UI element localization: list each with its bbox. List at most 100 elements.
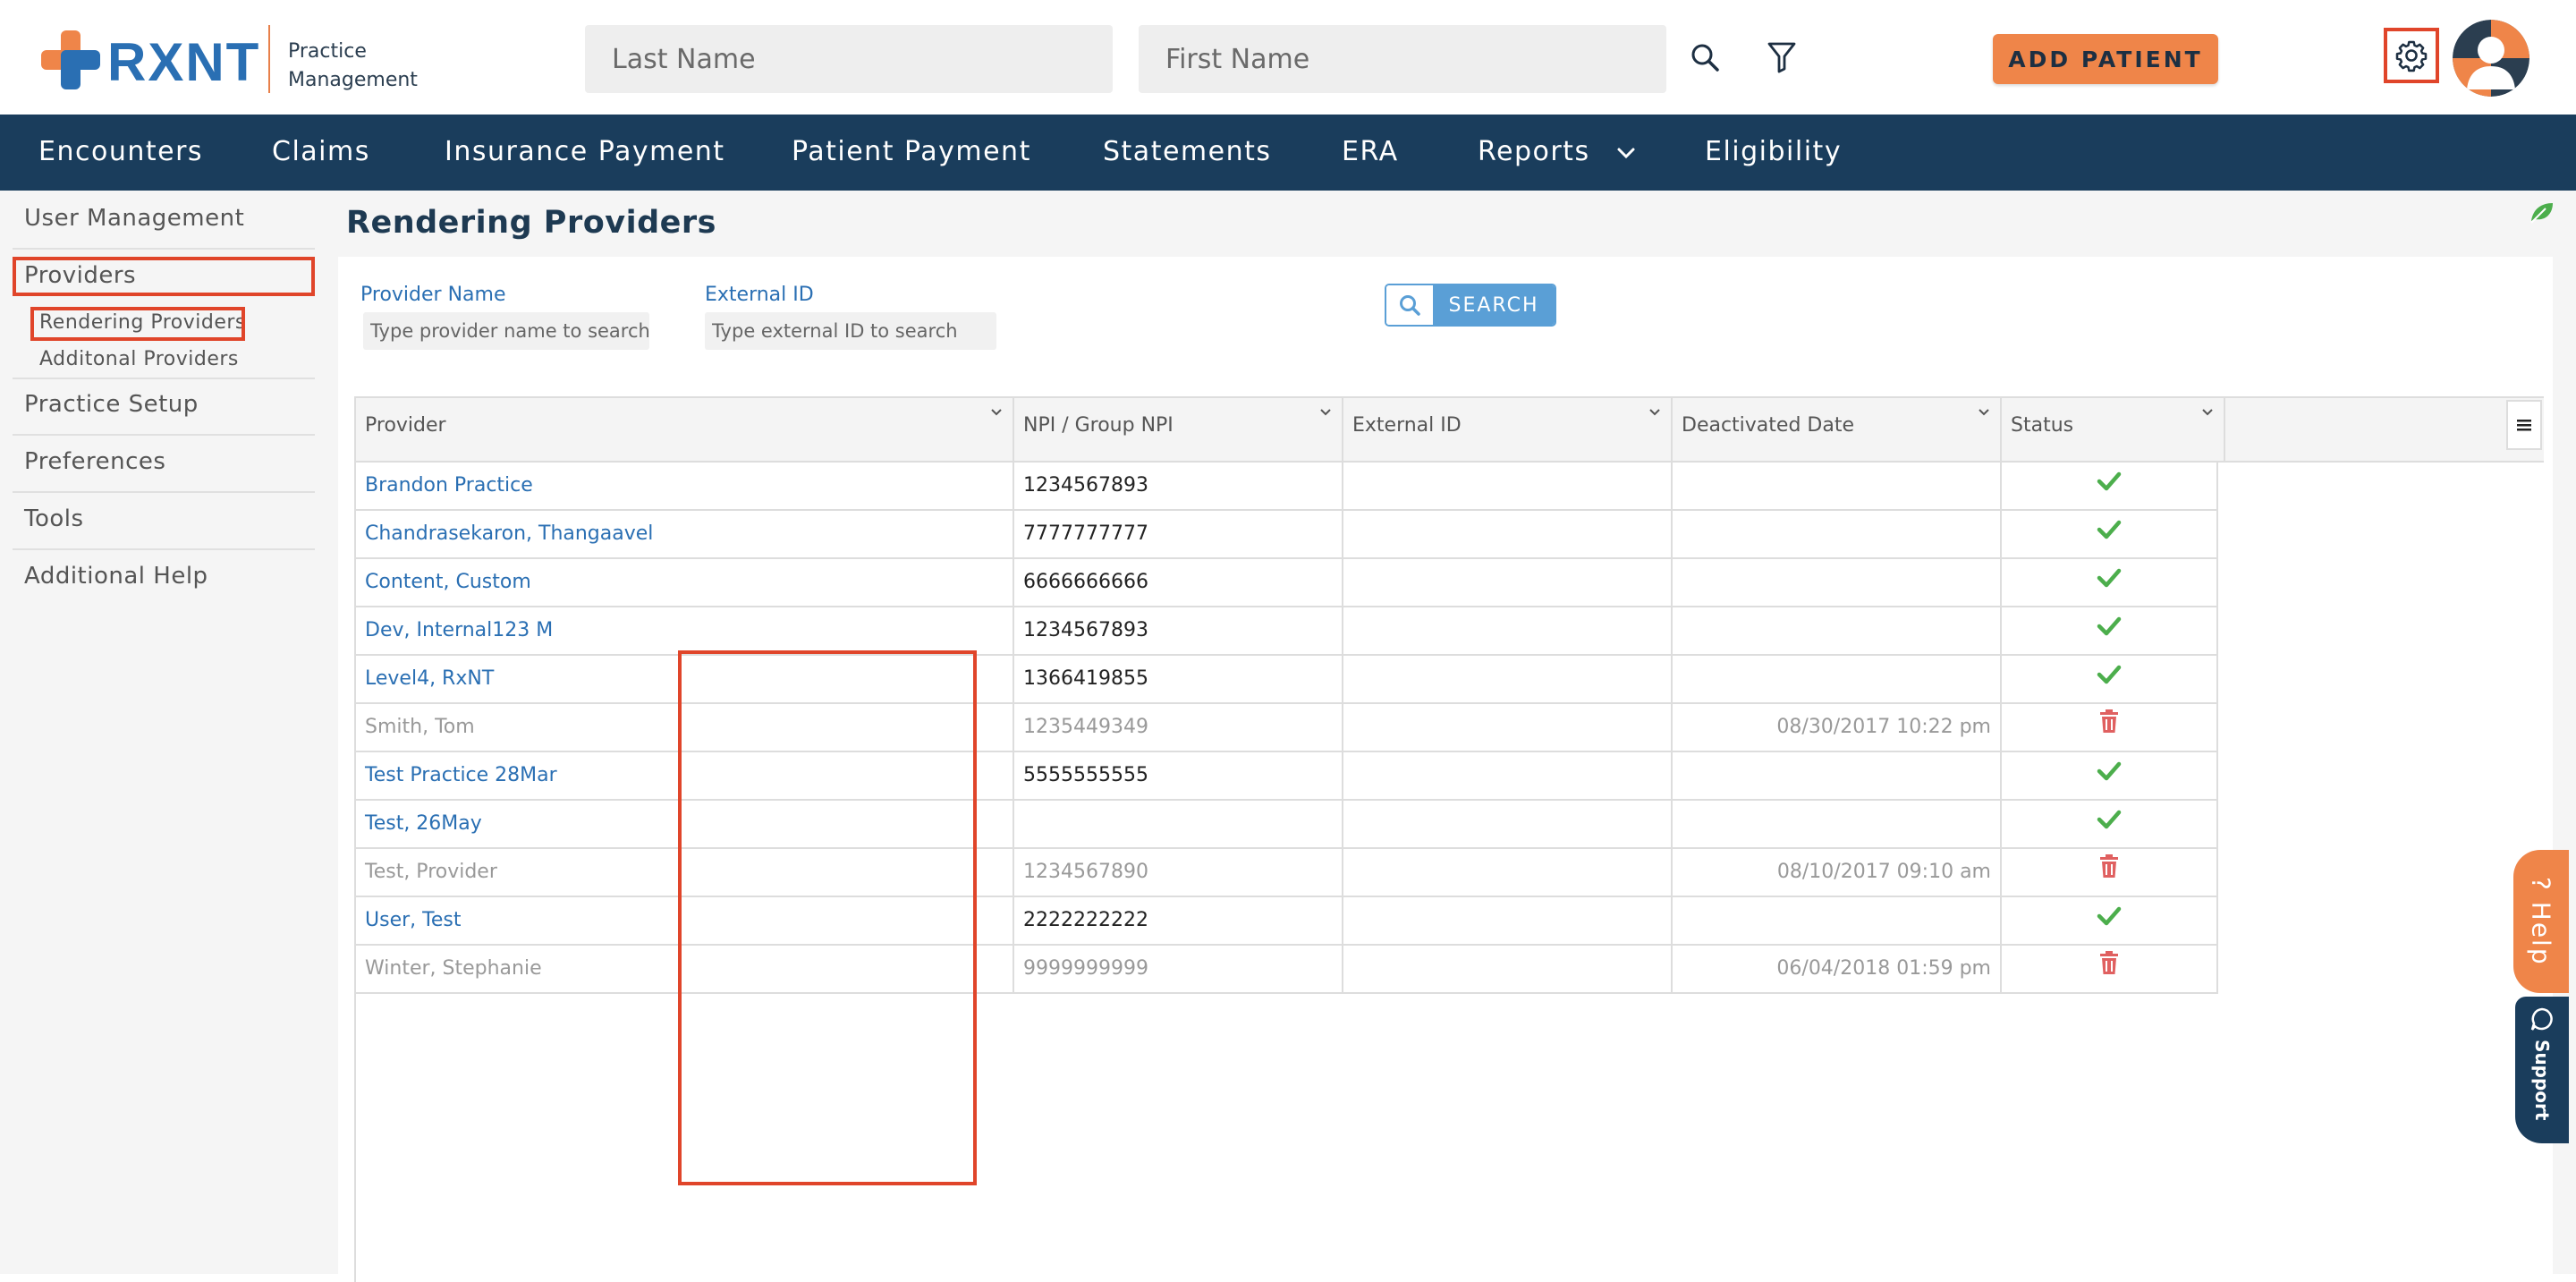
npi-cell: 1234567890 <box>1014 849 1343 897</box>
table-row[interactable]: Content, Custom 6666666666 <box>356 559 2218 607</box>
column-menu-button[interactable] <box>2506 400 2542 450</box>
provider-name-link[interactable]: Chandrasekaron, Thangaavel <box>356 511 1014 559</box>
nav-patient-payment[interactable]: Patient Payment <box>792 136 1031 167</box>
nav-insurance-payment[interactable]: Insurance Payment <box>445 136 725 167</box>
column-header-label: NPI / Group NPI <box>1023 414 1174 437</box>
table-row[interactable]: Test, 26May <box>356 801 2218 849</box>
chevron-down-icon[interactable] <box>989 407 1004 418</box>
help-tab[interactable]: ? Help <box>2513 850 2569 993</box>
support-tab[interactable]: Support <box>2515 997 2569 1143</box>
column-header-provider[interactable]: Provider <box>356 398 1014 463</box>
nav-reports[interactable]: Reports <box>1478 136 1636 167</box>
provider-name-link[interactable]: Test, 26May <box>356 801 1014 849</box>
settings-sidebar: User Management Providers Rendering Prov… <box>0 191 324 1274</box>
sidebar-item-additional-help[interactable]: Additional Help <box>24 563 208 590</box>
sidebar-item-practice-setup[interactable]: Practice Setup <box>24 391 199 418</box>
provider-name-link[interactable]: Test, Provider <box>356 849 1014 897</box>
sidebar-item-preferences[interactable]: Preferences <box>24 448 165 475</box>
table-row[interactable]: Test, Provider 1234567890 08/10/2017 09:10… <box>356 849 2218 897</box>
rxnt-logo[interactable]: RXNT Practice Management <box>41 25 426 97</box>
logo-subtitle: Practice Management <box>288 38 418 95</box>
sidebar-divider <box>13 378 315 379</box>
table-row[interactable]: User, Test 2222222222 <box>356 897 2218 946</box>
table-row[interactable]: Dev, Internal123 M 1234567893 <box>356 607 2218 656</box>
status-cell[interactable] <box>2002 946 2218 994</box>
filter-icon[interactable] <box>1758 34 1805 81</box>
npi-cell: 2222222222 <box>1014 897 1343 946</box>
search-button[interactable]: SEARCH <box>1385 284 1556 327</box>
chevron-down-icon <box>1617 148 1635 158</box>
sidebar-item-tools[interactable]: Tools <box>24 505 84 532</box>
chevron-down-icon[interactable] <box>2200 407 2215 418</box>
main-nav-bar: Encounters Claims Insurance Payment Pati… <box>0 115 2576 191</box>
provider-name-link[interactable]: Level4, RxNT <box>356 656 1014 704</box>
nav-reports-label: Reports <box>1478 136 1590 167</box>
chevron-down-icon[interactable] <box>1318 407 1333 418</box>
status-cell <box>2002 559 2218 607</box>
column-header-status[interactable]: Status <box>2002 398 2225 463</box>
trash-icon[interactable] <box>2098 705 2120 751</box>
add-patient-button[interactable]: ADD PATIENT <box>1993 34 2218 84</box>
check-icon <box>2097 560 2122 607</box>
nav-encounters[interactable]: Encounters <box>38 136 203 167</box>
external-id-label: External ID <box>705 284 814 306</box>
table-row[interactable]: Smith, Tom 1235449349 08/30/2017 10:22 pm <box>356 704 2218 752</box>
status-cell <box>2002 511 2218 559</box>
deactivated-cell <box>1673 656 2002 704</box>
provider-name-label: Provider Name <box>360 284 506 306</box>
nav-claims[interactable]: Claims <box>272 136 370 167</box>
table-row[interactable]: Winter, Stephanie 9999999999 06/04/2018 01… <box>356 946 2218 994</box>
settings-gear-button[interactable] <box>2384 28 2439 83</box>
table-row[interactable]: Chandrasekaron, Thangaavel 7777777777 <box>356 511 2218 559</box>
nav-eligibility[interactable]: Eligibility <box>1705 136 1842 167</box>
table-row[interactable]: Test Practice 28Mar 5555555555 <box>356 752 2218 801</box>
deactivated-cell <box>1673 463 2002 511</box>
provider-name-link[interactable]: Dev, Internal123 M <box>356 607 1014 656</box>
sidebar-item-user-management[interactable]: User Management <box>24 205 244 232</box>
patient-search-icon[interactable] <box>1682 34 1728 81</box>
providers-card: Provider Name External ID SEARCH Provide… <box>338 257 2553 1282</box>
first-name-input[interactable] <box>1139 25 1666 93</box>
external-id-cell <box>1343 463 1673 511</box>
column-header-npi[interactable]: NPI / Group NPI <box>1014 398 1343 463</box>
column-header-deactivated-date[interactable]: Deactivated Date <box>1673 398 2002 463</box>
provider-name-link[interactable]: User, Test <box>356 897 1014 946</box>
logo-cross-icon <box>41 30 100 89</box>
column-header-external-id[interactable]: External ID <box>1343 398 1673 463</box>
status-cell <box>2002 656 2218 704</box>
provider-name-link[interactable]: Winter, Stephanie <box>356 946 1014 994</box>
leaf-icon[interactable] <box>2528 198 2556 226</box>
external-id-cell <box>1343 607 1673 656</box>
chevron-down-icon[interactable] <box>1977 407 1991 418</box>
support-tab-label: Support <box>2531 1040 2553 1121</box>
logo-subtitle-line1: Practice <box>288 40 367 63</box>
user-avatar[interactable] <box>2453 20 2529 97</box>
nav-era[interactable]: ERA <box>1342 136 1399 167</box>
sidebar-divider <box>13 434 315 436</box>
provider-name-search-input[interactable] <box>363 312 649 350</box>
provider-name-link[interactable]: Content, Custom <box>356 559 1014 607</box>
table-row[interactable]: Level4, RxNT 1366419855 <box>356 656 2218 704</box>
last-name-input[interactable] <box>585 25 1113 93</box>
sidebar-subitem-additional-providers[interactable]: Additonal Providers <box>39 348 239 370</box>
status-cell[interactable] <box>2002 849 2218 897</box>
provider-name-link[interactable]: Smith, Tom <box>356 704 1014 752</box>
external-id-cell <box>1343 704 1673 752</box>
logo-subtitle-line2: Management <box>288 69 418 91</box>
trash-icon[interactable] <box>2098 947 2120 993</box>
page-title: Rendering Providers <box>346 205 716 241</box>
deactivated-cell: 08/10/2017 09:10 am <box>1673 849 2002 897</box>
external-id-search-input[interactable] <box>705 312 996 350</box>
help-tab-label: ? Help <box>2526 877 2556 966</box>
deactivated-cell <box>1673 752 2002 801</box>
trash-icon[interactable] <box>2098 850 2120 896</box>
npi-cell: 9999999999 <box>1014 946 1343 994</box>
provider-name-link[interactable]: Test Practice 28Mar <box>356 752 1014 801</box>
column-header-label: Provider <box>365 414 446 437</box>
chevron-down-icon[interactable] <box>1648 407 1662 418</box>
npi-cell: 1235449349 <box>1014 704 1343 752</box>
status-cell[interactable] <box>2002 704 2218 752</box>
provider-name-link[interactable]: Brandon Practice <box>356 463 1014 511</box>
nav-statements[interactable]: Statements <box>1103 136 1272 167</box>
table-row[interactable]: Brandon Practice 1234567893 <box>356 463 2218 511</box>
